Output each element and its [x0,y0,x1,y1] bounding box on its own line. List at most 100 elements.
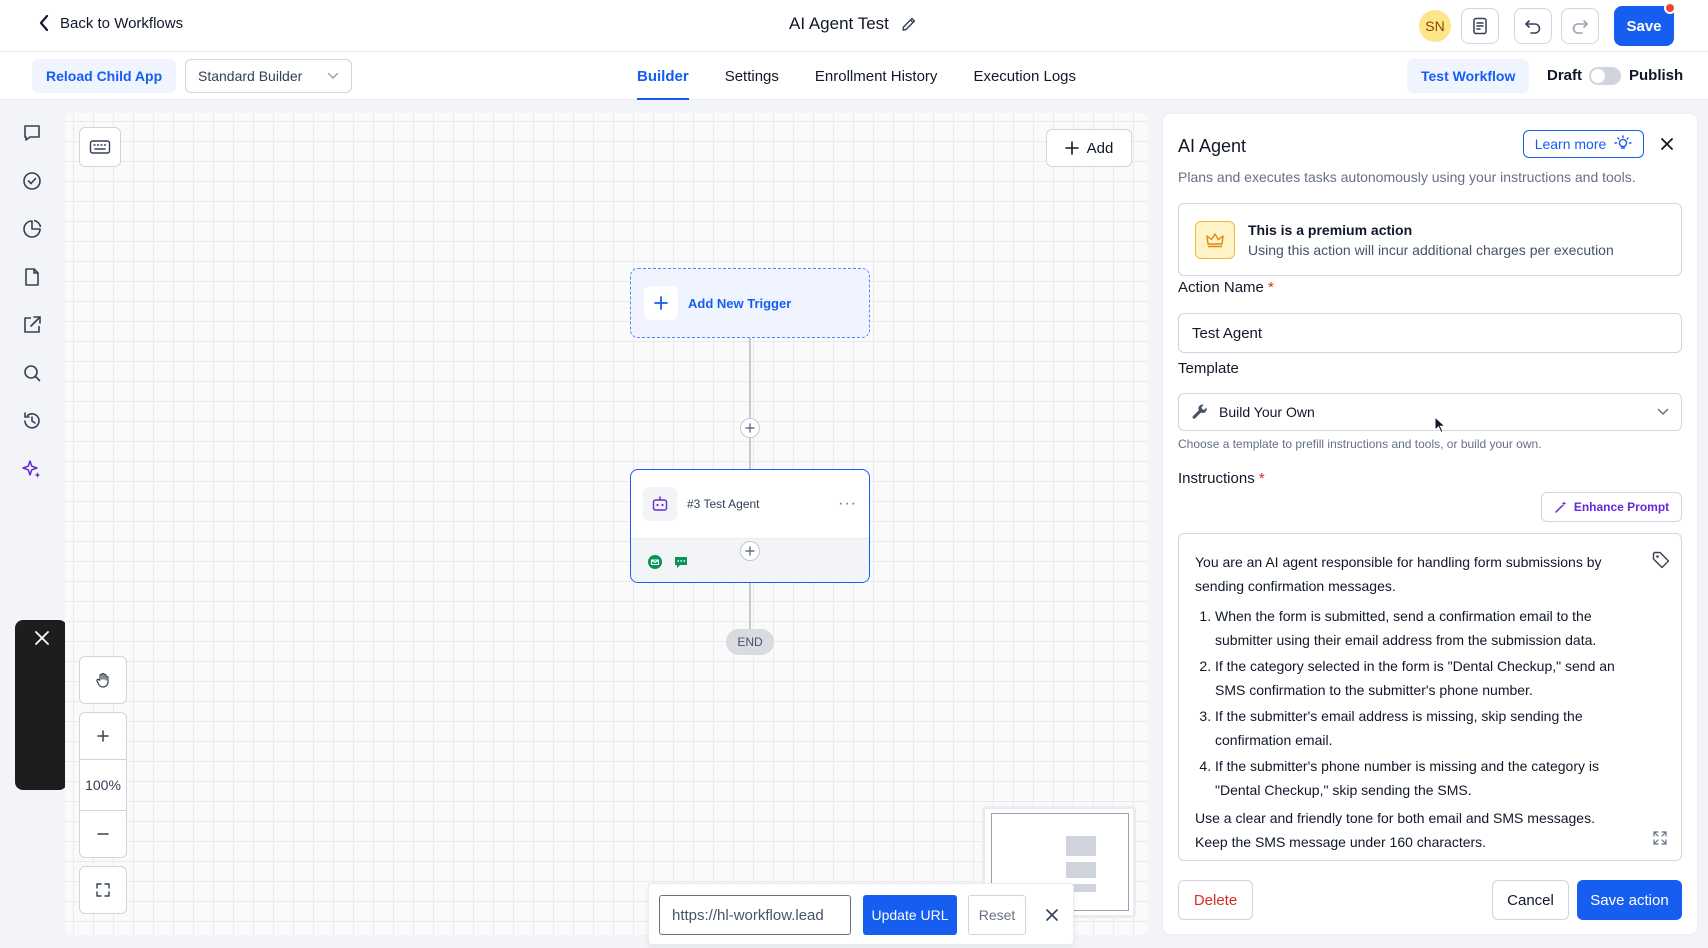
more-options-icon[interactable]: ··· [838,495,857,513]
learn-more-label: Learn more [1534,136,1607,152]
floating-help-panel [15,620,67,790]
check-circle-icon[interactable] [20,169,44,193]
premium-title: This is a premium action [1248,222,1413,238]
chevron-down-icon [327,72,339,80]
publish-toggle[interactable] [1589,67,1621,85]
sms-tool-icon [673,554,689,570]
action-name-input[interactable] [1178,313,1682,353]
keyboard-icon [89,140,111,154]
notes-button[interactable] [1461,8,1499,44]
instructions-steps: When the form is submitted, send a confi… [1215,604,1625,802]
update-url-button[interactable]: Update URL [863,895,957,935]
url-input[interactable] [659,895,851,935]
instruction-step: If the submitter's phone number is missi… [1215,754,1625,802]
email-tool-icon [647,554,663,570]
reset-button[interactable]: Reset [968,895,1026,935]
close-icon[interactable] [1041,904,1063,926]
insert-step-button[interactable] [740,541,760,561]
panel-title: AI Agent [1178,136,1247,156]
insert-step-button[interactable] [740,418,760,438]
robot-icon [643,487,677,521]
enhance-prompt-button[interactable]: Enhance Prompt [1541,492,1682,522]
edit-title-icon[interactable] [901,16,917,32]
zoom-out-button[interactable] [79,810,127,858]
zoom-level-text: 100% [85,777,121,793]
user-avatar[interactable]: SN [1419,10,1451,42]
plus-icon [745,423,755,433]
url-toolbar: Update URL Reset [648,883,1074,945]
instruction-step: If the category selected in the form is … [1215,654,1625,702]
hand-icon [96,672,109,688]
tab-enrollment-history[interactable]: Enrollment History [815,52,938,100]
expand-icon[interactable] [1652,830,1668,846]
document-icon[interactable] [20,265,44,289]
pan-hand-button[interactable] [79,656,127,704]
history-icon[interactable] [20,409,44,433]
tag-icon[interactable] [1651,550,1671,570]
template-label: Template [1178,360,1239,377]
save-action-button[interactable]: Save action [1577,880,1682,920]
external-link-icon[interactable] [20,313,44,337]
add-button[interactable]: Add [1046,129,1132,167]
premium-description: Using this action will incur additional … [1248,242,1614,258]
trigger-label: Add New Trigger [688,295,792,311]
mouse-cursor-icon [1434,416,1446,434]
notification-dot [1664,2,1676,14]
chat-icon[interactable] [20,121,44,145]
cancel-button[interactable]: Cancel [1492,880,1569,920]
template-hint: Choose a template to prefill instruction… [1178,437,1542,451]
instructions-textarea[interactable]: You are an AI agent responsible for hand… [1178,533,1682,861]
ai-agent-panel: AI Agent Plans and executes tasks autono… [1162,113,1698,935]
redo-button[interactable] [1561,8,1599,44]
required-marker: * [1258,470,1265,487]
instruction-step: When the form is submitted, send a confi… [1215,604,1625,652]
search-icon[interactable] [20,361,44,385]
workflow-title: AI Agent Test [789,14,889,33]
redo-icon [1572,20,1588,34]
pie-chart-icon[interactable] [20,217,44,241]
add-new-trigger-node[interactable]: Add New Trigger [630,268,870,338]
learn-more-button[interactable]: Learn more [1523,130,1644,158]
left-sidebar [0,100,67,948]
instructions-content: You are an AI agent responsible for hand… [1195,550,1625,854]
keyboard-shortcuts-button[interactable] [79,127,121,167]
tab-execution-logs[interactable]: Execution Logs [973,52,1076,100]
tab-settings[interactable]: Settings [725,52,779,100]
template-select[interactable]: Build Your Own [1178,393,1682,431]
undo-icon [1525,20,1541,34]
plus-icon [97,730,109,742]
instructions-outro: Use a clear and friendly tone for both e… [1195,810,1595,850]
premium-notice: This is a premium action Using this acti… [1178,203,1682,276]
minimap-node [1066,836,1096,856]
chevron-down-icon [1657,408,1669,416]
workflow-canvas[interactable]: Add Add New Trigger #3 Test Agent ··· EN… [65,113,1148,935]
back-to-workflows-link[interactable]: Back to Workflows [38,14,183,32]
close-icon[interactable] [32,628,52,648]
ai-agent-node[interactable]: #3 Test Agent ··· [630,469,870,583]
crown-icon [1195,221,1235,259]
builder-mode-select[interactable]: Standard Builder [185,59,352,93]
top-bar: Back to Workflows AI Agent Test SN Save [0,0,1708,52]
zoom-in-button[interactable] [79,712,127,760]
tab-builder[interactable]: Builder [637,52,689,100]
instructions-intro: You are an AI agent responsible for hand… [1195,554,1602,594]
action-name-label: Action Name * [1178,279,1274,296]
fit-view-button[interactable] [79,866,127,914]
main-tabs: Builder Settings Enrollment History Exec… [637,52,1112,100]
node-header: #3 Test Agent ··· [631,470,869,538]
action-name-label-text: Action Name [1178,279,1264,296]
delete-button[interactable]: Delete [1178,880,1253,920]
close-panel-button[interactable] [1656,133,1678,155]
test-workflow-button[interactable]: Test Workflow [1407,59,1530,93]
template-value: Build Your Own [1219,404,1315,420]
node-title: #3 Test Agent [687,497,760,511]
close-icon [1661,138,1673,150]
sparkle-icon[interactable] [20,457,44,481]
reload-child-app-button[interactable]: Reload Child App [32,59,177,93]
sub-bar: Reload Child App Standard Builder Builde… [0,52,1708,100]
end-node: END [726,629,774,655]
undo-button[interactable] [1514,8,1552,44]
connector-line [749,583,751,629]
instruction-step: If the submitter's email address is miss… [1215,704,1625,752]
connector-line [749,338,751,469]
